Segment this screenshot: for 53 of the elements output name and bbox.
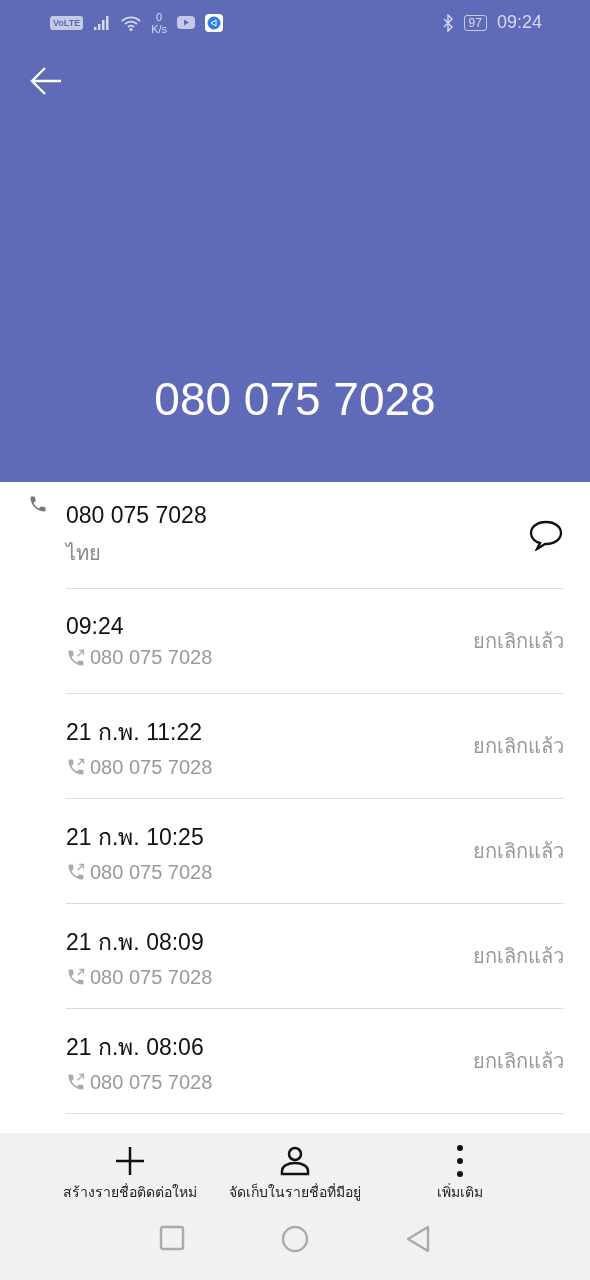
bluetooth-icon	[441, 13, 454, 32]
call-number: 080 075 7028	[90, 965, 213, 989]
speed-value: 0	[156, 10, 163, 23]
outgoing-call-icon	[66, 967, 86, 987]
outgoing-call-icon	[66, 1072, 86, 1092]
call-time: 21 ก.พ. 08:09	[66, 927, 205, 957]
call-time: 21 ก.พ. 11:22	[66, 717, 203, 747]
back-arrow-icon	[30, 66, 62, 96]
call-time: 21 ก.พ. 10:25	[66, 822, 205, 852]
call-log-item[interactable]: 21 ก.พ. 10:25 080 075 7028 ยกเลิกแล้ว	[0, 799, 590, 903]
call-number: 080 075 7028	[90, 646, 213, 669]
outgoing-call-icon	[66, 757, 86, 777]
call-status: ยกเลิกแล้ว	[473, 1049, 564, 1074]
speed-unit: K/s	[151, 22, 168, 35]
action-button[interactable]: สร้างรายชื่อติดต่อใหม่	[63, 1145, 197, 1203]
call-number: 080 075 7028	[90, 755, 213, 779]
recents-button[interactable]	[159, 1225, 185, 1253]
square-icon	[159, 1225, 185, 1251]
app-icon	[205, 13, 224, 32]
call-number: 080 075 7028	[90, 1070, 213, 1094]
play-icon	[177, 16, 196, 29]
action-button[interactable]: เพิ่มเติม	[437, 1145, 483, 1203]
call-time: 09:24	[66, 613, 125, 640]
home-button[interactable]	[281, 1225, 309, 1253]
message-icon[interactable]	[528, 519, 564, 551]
call-status: ยกเลิกแล้ว	[473, 734, 564, 759]
call-log-item[interactable]: 21 ก.พ. 08:09 080 075 7028 ยกเลิกแล้ว	[0, 904, 590, 1008]
phone-number: 080 075 7028	[66, 501, 208, 529]
call-number: 080 075 7028	[90, 860, 213, 884]
more-icon	[457, 1145, 463, 1177]
call-log-item[interactable]: 21 ก.พ. 08:06 080 075 7028 ยกเลิกแล้ว	[0, 1009, 590, 1113]
phone-number-title: 080 075 7028	[153, 372, 437, 426]
outgoing-call-icon	[66, 862, 86, 882]
back-nav-button[interactable]	[405, 1225, 431, 1253]
call-log-item[interactable]: 09:24 080 075 7028 ยกเลิกแล้ว	[0, 589, 590, 693]
battery-indicator: 97	[463, 14, 487, 31]
action-button[interactable]: จัดเก็บในรายชื่อที่มีอยู่	[229, 1145, 361, 1203]
phone-icon	[28, 494, 48, 514]
call-log-item[interactable]: 21 ก.พ. 11:22 080 075 7028 ยกเลิกแล้ว	[0, 694, 590, 798]
triangle-icon	[405, 1225, 431, 1253]
outgoing-call-icon	[66, 647, 86, 668]
call-time: 21 ก.พ. 08:06	[66, 1032, 205, 1062]
circle-icon	[281, 1225, 309, 1253]
call-status: ยกเลิกแล้ว	[473, 944, 564, 969]
wifi-icon	[121, 14, 142, 31]
plus-icon	[114, 1145, 146, 1177]
person-icon	[279, 1145, 311, 1177]
call-status: ยกเลิกแล้ว	[473, 629, 564, 654]
status-time: 09:24	[496, 12, 542, 33]
call-status: ยกเลิกแล้ว	[473, 839, 564, 864]
location-text: ไทย	[66, 540, 102, 566]
signal-icon	[93, 14, 112, 31]
volte-indicator: VoLTE	[50, 15, 84, 30]
